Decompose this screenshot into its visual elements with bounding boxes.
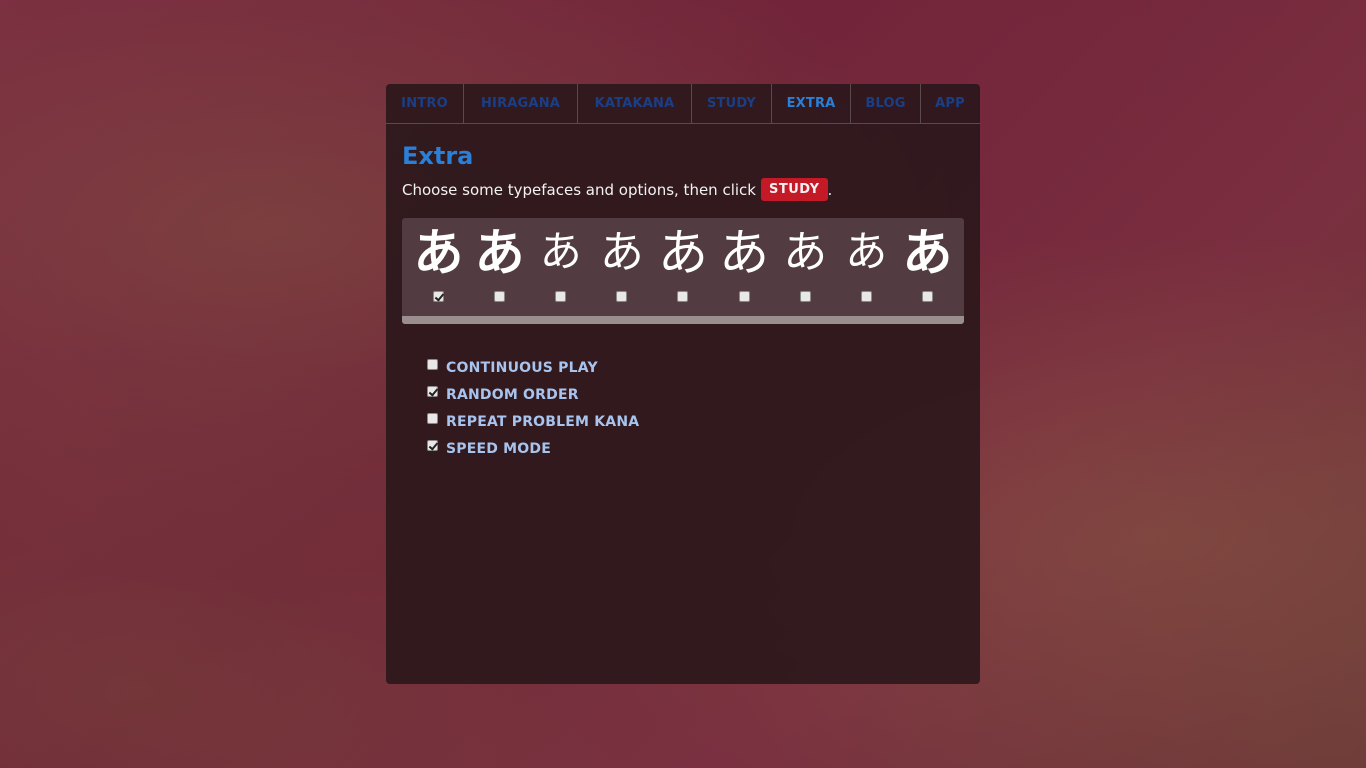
typeface-glyph: あ [783,227,828,278]
typeface-glyph: あ [539,230,582,276]
typeface-checkbox[interactable] [860,291,872,302]
tab-blog[interactable]: BLOG [851,84,921,123]
speed-mode-label[interactable]: SPEED MODE [446,441,551,457]
typeface-glyph: あ [413,224,464,282]
typeface-glyph: あ [474,224,525,282]
continuous-play-label[interactable]: CONTINUOUS PLAY [446,360,598,376]
option-continuous-play[interactable]: CONTINUOUS PLAY [427,354,964,381]
typeface-glyph: あ [719,224,770,282]
repeat-problem-kana-label[interactable]: REPEAT PROBLEM KANA [446,414,639,430]
typeface-checkbox[interactable] [616,291,628,302]
option-repeat-problem-kana[interactable]: REPEAT PROBLEM KANA [427,408,964,435]
typeface-checkbox[interactable] [677,291,689,302]
typeface-checkbox[interactable] [921,291,933,302]
tab-hiragana[interactable]: HIRAGANA [464,84,578,123]
typeface-selector: あ あ あ あ あ あ あ あ あ [402,218,964,324]
typeface-option: あ [533,218,589,324]
repeat-problem-kana-checkbox[interactable] [427,413,438,424]
continuous-play-checkbox[interactable] [427,359,438,370]
typeface-option: あ [594,218,650,324]
typeface-glyph: あ [845,230,888,276]
option-speed-mode[interactable]: SPEED MODE [427,435,964,462]
typeface-checkbox[interactable] [494,291,506,302]
tab-katakana[interactable]: KATAKANA [578,84,692,123]
random-order-checkbox[interactable] [427,386,438,397]
typeface-checkbox[interactable] [433,291,445,302]
typeface-option: あ [777,218,833,324]
typeface-glyph: あ [657,225,708,281]
typeface-option: あ [899,218,955,324]
typeface-checkbox[interactable] [555,291,567,302]
typeface-checkbox[interactable] [738,291,750,302]
typeface-option: あ [716,218,772,324]
study-button[interactable]: STUDY [760,178,828,201]
options-list: CONTINUOUS PLAY RANDOM ORDER REPEAT PROB… [402,354,964,462]
typeface-option: あ [411,218,467,324]
tab-app[interactable]: APP [921,84,979,123]
option-random-order[interactable]: RANDOM ORDER [427,381,964,408]
speed-mode-checkbox[interactable] [427,440,438,451]
content-area: Extra Choose some typefaces and options,… [386,124,980,462]
tab-extra[interactable]: EXTRA [772,84,851,123]
intro-text: Choose some typefaces and options, then … [402,178,964,201]
typeface-glyph: あ [902,224,953,282]
intro-sentence: Choose some typefaces and options, then … [402,180,756,199]
typeface-option: あ [655,218,711,324]
tab-intro[interactable]: INTRO [386,84,464,123]
typeface-option: あ [838,218,894,324]
page-title: Extra [402,142,474,170]
intro-period: . [827,180,833,199]
main-panel: INTRO HIRAGANA KATAKANA STUDY EXTRA BLOG… [386,84,980,684]
random-order-label[interactable]: RANDOM ORDER [446,387,579,403]
typeface-option: あ [472,218,528,324]
typeface-scrollbar[interactable] [402,316,964,324]
top-nav: INTRO HIRAGANA KATAKANA STUDY EXTRA BLOG… [386,84,980,124]
typeface-checkbox[interactable] [799,291,811,302]
typeface-glyph: あ [599,227,644,278]
tab-study[interactable]: STUDY [692,84,772,123]
